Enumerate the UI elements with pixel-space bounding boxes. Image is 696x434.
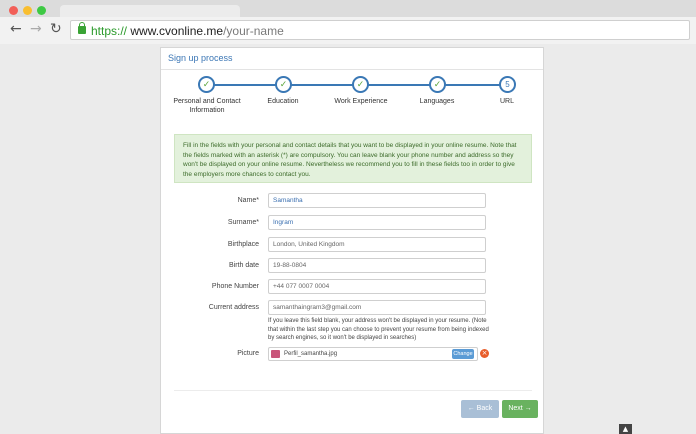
url-text: https:// www.cvonline.me/your-name xyxy=(91,24,284,38)
scroll-to-top-icon[interactable]: ▲ xyxy=(619,424,632,434)
browser-toolbar: ← → ↻ https:// www.cvonline.me/your-name xyxy=(0,17,696,44)
step-label-education: Education xyxy=(267,98,299,105)
step-label-url: URL xyxy=(499,98,514,105)
remove-picture-icon[interactable]: × xyxy=(480,349,489,358)
maximize-window-dot[interactable] xyxy=(37,6,46,15)
step-1-circle: ✓ xyxy=(198,76,215,93)
close-window-dot[interactable] xyxy=(9,6,18,15)
birthplace-input[interactable]: London, United Kingdom xyxy=(268,237,486,252)
change-picture-button[interactable]: Change xyxy=(452,349,474,359)
address-bar[interactable]: https:// www.cvonline.me/your-name xyxy=(70,20,690,40)
back-arrow-icon[interactable]: ← xyxy=(10,21,22,37)
step-5-circle: 5 xyxy=(499,76,516,93)
phone-input[interactable]: +44 077 0007 0004 xyxy=(268,279,486,294)
minimize-window-dot[interactable] xyxy=(23,6,32,15)
url-host: www.cvonline.me xyxy=(130,24,224,38)
phone-label: Phone Number xyxy=(211,283,259,290)
step-3-circle: ✓ xyxy=(352,76,369,93)
signup-panel: Sign up process ✓ ✓ ✓ ✓ 5 Personal and C… xyxy=(160,47,544,434)
info-message: Fill in the fields with your personal an… xyxy=(174,134,532,183)
image-file-icon xyxy=(271,350,280,358)
step-label-work: Work Experience xyxy=(334,98,388,105)
picture-field: Perfil_samantha.jpg xyxy=(268,347,478,361)
name-input[interactable]: Samantha xyxy=(268,193,486,208)
check-icon: ✓ xyxy=(202,79,211,90)
window-controls xyxy=(9,6,46,15)
step-label-personal: Personal and Contact Information xyxy=(173,98,241,114)
surname-input[interactable]: Ingram xyxy=(268,215,486,230)
url-protocol: https:// xyxy=(91,24,128,38)
step-2-circle: ✓ xyxy=(275,76,292,93)
footer-divider xyxy=(174,390,532,391)
step-4-circle: ✓ xyxy=(429,76,446,93)
url-path: /your-name xyxy=(223,24,284,38)
birthdate-input[interactable]: 19-88-0804 xyxy=(268,258,486,273)
name-label: Name* xyxy=(237,197,259,204)
picture-filename: Perfil_samantha.jpg xyxy=(284,351,338,357)
lock-icon xyxy=(78,22,86,34)
check-icon: ✓ xyxy=(433,79,442,90)
address-label: Current address xyxy=(208,304,259,311)
next-button[interactable]: Next → xyxy=(502,400,538,418)
address-hint: If you leave this field blank, your addr… xyxy=(268,318,489,341)
step-label-languages: Languages xyxy=(419,98,455,105)
picture-label: Picture xyxy=(237,350,259,357)
check-icon: ✓ xyxy=(356,79,365,90)
birthdate-label: Birth date xyxy=(229,262,259,269)
address-input[interactable]: samanthaingram3@gmail.com xyxy=(268,300,486,315)
check-icon: ✓ xyxy=(279,79,288,90)
birthplace-label: Birthplace xyxy=(227,241,259,248)
panel-title: Sign up process xyxy=(161,48,543,70)
reload-icon[interactable]: ↻ xyxy=(50,21,62,37)
forward-arrow-icon[interactable]: → xyxy=(30,21,42,37)
surname-label: Surname* xyxy=(227,219,259,226)
back-button[interactable]: ← Back xyxy=(461,400,499,418)
step-number: 5 xyxy=(505,80,510,89)
browser-chrome: ← → ↻ https:// www.cvonline.me/your-name xyxy=(0,0,696,44)
progress-steps: ✓ ✓ ✓ ✓ 5 Personal and Contact Informati… xyxy=(161,76,543,136)
browser-tab[interactable] xyxy=(60,5,240,17)
